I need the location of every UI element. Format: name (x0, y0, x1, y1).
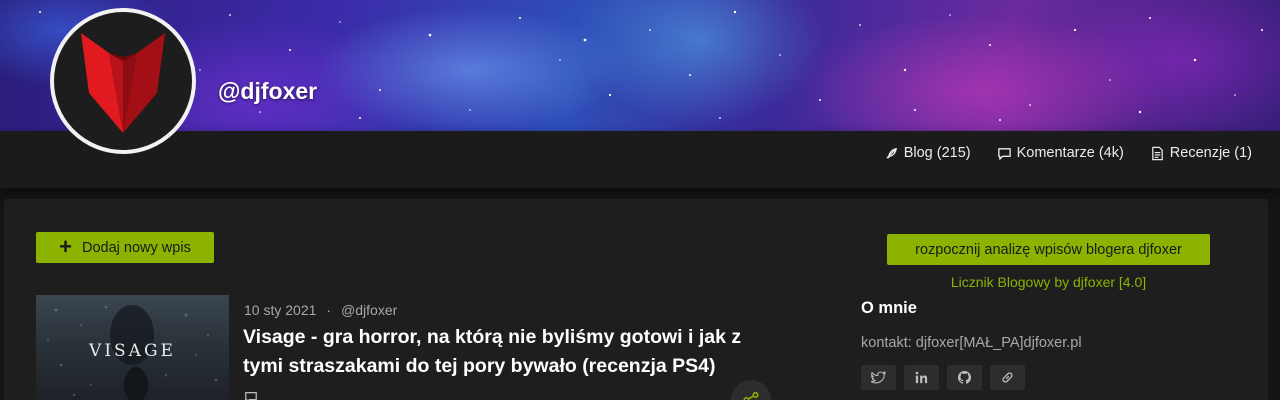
profile-tabs: Blog (215) Komentarze (4k) Recenzje (1) (884, 145, 1252, 161)
post-author[interactable]: @djfoxer (341, 302, 397, 318)
plus-icon: + (59, 233, 73, 259)
avatar[interactable] (50, 8, 196, 154)
social-links (861, 365, 1025, 390)
add-post-button[interactable]: + Dodaj nowy wpis (36, 232, 214, 263)
thumbnail-title: VISAGE (89, 341, 176, 361)
fox-logo-icon (81, 33, 165, 133)
analyze-posts-button[interactable]: rozpocznij analizę wpisów blogera djfoxe… (887, 234, 1210, 265)
linkedin-button[interactable] (904, 365, 939, 390)
profile-username: @djfoxer (218, 78, 318, 104)
twitter-icon (871, 370, 886, 384)
comment-icon (997, 147, 1011, 160)
post-comments[interactable] (244, 390, 258, 400)
add-post-label: Dodaj nowy wpis (82, 239, 191, 256)
linkedin-icon (915, 371, 928, 384)
tab-blog-label: Blog (215) (903, 145, 971, 161)
tab-reviews-label: Recenzje (1) (1169, 145, 1252, 161)
meta-separator: · (326, 302, 332, 318)
github-button[interactable] (947, 365, 982, 390)
contact-text: kontakt: djfoxer[MAŁ_PA]djfoxer.pl (861, 335, 1082, 351)
link-icon (1002, 372, 1013, 383)
tab-comments-label: Komentarze (4k) (1016, 145, 1124, 161)
post-date: 10 sty 2021 (244, 302, 317, 318)
blog-counter-link[interactable]: Licznik Blogowy by djfoxer [4.0] (887, 274, 1210, 290)
post-meta: 10 sty 2021 · @djfoxer (244, 302, 397, 318)
share-icon (743, 391, 759, 400)
tab-blog[interactable]: Blog (215) (884, 145, 971, 161)
post-title-link[interactable]: Visage - gra horror, na którą nie byliśm… (243, 323, 783, 381)
document-icon (1152, 146, 1163, 160)
post-thumbnail[interactable]: VISAGE (36, 295, 229, 400)
github-icon (957, 370, 972, 384)
website-button[interactable] (990, 365, 1025, 390)
tab-comments[interactable]: Komentarze (4k) (997, 145, 1124, 161)
about-heading: O mnie (861, 299, 917, 317)
twitter-button[interactable] (861, 365, 896, 390)
tab-reviews[interactable]: Recenzje (1) (1150, 145, 1252, 161)
feather-icon (886, 147, 897, 159)
comment-icon (245, 392, 257, 400)
